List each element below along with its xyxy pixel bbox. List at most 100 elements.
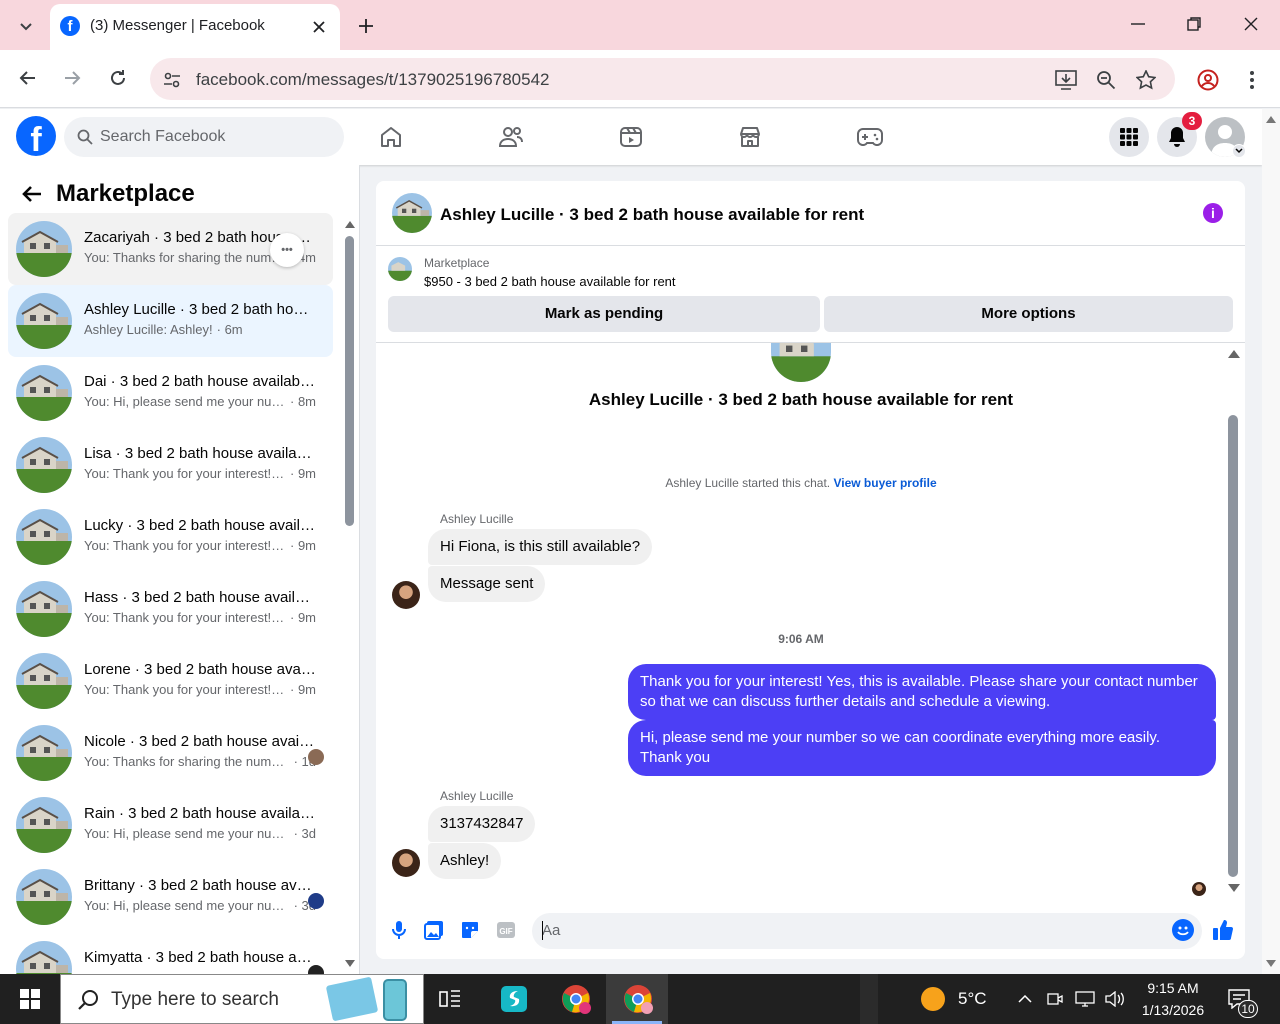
listing-price-title[interactable]: $950 - 3 bed 2 bath house available for … [424, 274, 676, 289]
microphone-icon[interactable] [388, 918, 410, 942]
zoom-icon[interactable] [1092, 66, 1120, 94]
browser-menu-icon[interactable] [1240, 66, 1264, 94]
page-scroll-down-icon[interactable] [1266, 960, 1276, 967]
surfshark-app-icon[interactable] [494, 980, 534, 1018]
menu-grid-icon[interactable] [1109, 117, 1149, 157]
gif-icon[interactable]: GIF [495, 918, 517, 942]
incoming-message[interactable]: Ashley! [428, 843, 502, 879]
install-app-icon[interactable] [1052, 66, 1080, 94]
site-settings-icon[interactable] [160, 68, 184, 92]
emoji-icon[interactable] [1172, 919, 1194, 941]
sender-avatar[interactable] [392, 849, 420, 877]
incoming-message[interactable]: 3137432847 [428, 806, 536, 842]
chat-scroll-up-icon[interactable] [1228, 350, 1240, 358]
conversation-time: · 9m [290, 538, 316, 553]
close-tab-icon[interactable] [308, 16, 330, 38]
url-text[interactable]: facebook.com/messages/t/1379025196780542 [196, 70, 549, 90]
meet-now-icon[interactable] [1044, 986, 1066, 1012]
close-window-icon[interactable] [1237, 10, 1265, 38]
chat-scroll-down-icon[interactable] [1228, 884, 1240, 892]
sender-avatar[interactable] [392, 581, 420, 609]
browser-tab[interactable]: f (3) Messenger | Facebook [50, 4, 340, 50]
minimize-icon[interactable] [1124, 10, 1152, 38]
back-arrow-icon[interactable] [14, 64, 42, 92]
facebook-search-input[interactable]: Search Facebook [64, 117, 344, 157]
page-scroll-up-icon[interactable] [1266, 116, 1276, 123]
conversation-snippet: You: Thank you for your interest! Yes, t… [84, 466, 316, 481]
clock-time[interactable]: 9:15 AM [1140, 980, 1206, 996]
weather-temperature[interactable]: 5°C [958, 989, 987, 1009]
conversation-list-scrollbar-thumb[interactable] [345, 236, 354, 526]
conversation-item[interactable]: Dai · 3 bed 2 bath house available for r… [8, 357, 333, 429]
conversation-name: Lucky · 3 bed 2 bath house available for… [84, 517, 316, 534]
conversation-item[interactable]: Ashley Lucille · 3 bed 2 bath house avai… [8, 285, 333, 357]
conversation-item[interactable]: Lucky · 3 bed 2 bath house available for… [8, 501, 333, 573]
tab-list-chevron-icon[interactable] [12, 12, 40, 40]
list-scroll-down-icon[interactable] [345, 960, 355, 967]
gaming-nav-icon[interactable] [853, 120, 887, 154]
conversation-item[interactable]: Zacariyah · 3 bed 2 bath house available… [8, 213, 333, 285]
tray-chevron-up-icon[interactable] [1014, 986, 1036, 1012]
taskbar-search-box[interactable]: Type here to search [60, 974, 424, 1024]
new-tab-icon[interactable] [352, 12, 380, 40]
chat-title[interactable]: Ashley Lucille · 3 bed 2 bath house avai… [440, 205, 864, 225]
mark-as-pending-button[interactable]: Mark as pending [388, 296, 820, 332]
volume-icon[interactable] [1102, 986, 1128, 1012]
conversation-avatar [16, 941, 72, 974]
conversation-item[interactable]: Rain · 3 bed 2 bath house available for … [8, 789, 333, 861]
conversation-last-message: You: Thank you for your interest! Yes, t… [84, 466, 286, 481]
network-icon[interactable] [1072, 986, 1098, 1012]
taskbar-scroll[interactable] [860, 974, 878, 1024]
view-buyer-profile-link[interactable]: View buyer profile [833, 476, 936, 490]
conversation-last-message: You: Thanks for sharing the number [84, 250, 286, 265]
restore-icon[interactable] [1180, 10, 1208, 38]
conversation-item[interactable]: Nicole · 3 bed 2 bath house available fo… [8, 717, 333, 789]
weather-sun-icon[interactable] [918, 984, 948, 1014]
chat-started-text: Ashley Lucille started this chat. [665, 476, 831, 490]
conversation-last-message: You: Thank you for your interest! Yes, t… [84, 538, 286, 553]
incoming-message[interactable]: Hi Fiona, is this still available? [428, 529, 653, 565]
profile-icon[interactable] [1194, 66, 1222, 94]
page-scrollbar[interactable] [1262, 109, 1280, 974]
task-view-icon[interactable] [430, 984, 470, 1014]
conversation-item[interactable]: Hass · 3 bed 2 bath house available for … [8, 573, 333, 645]
forward-arrow-icon[interactable] [58, 64, 86, 92]
notification-center-count: 10 [1238, 1000, 1258, 1018]
message-input[interactable]: Aa [532, 913, 1202, 949]
sticker-icon[interactable] [459, 918, 481, 942]
bookmark-star-icon[interactable] [1132, 66, 1160, 94]
chat-header-avatar[interactable] [392, 193, 432, 233]
marketplace-nav-icon[interactable] [733, 120, 767, 154]
back-to-chats-icon[interactable] [18, 180, 46, 208]
conversation-last-message: You: Thank you for your interest! Yes, t… [84, 610, 286, 625]
conversation-item[interactable]: Lisa · 3 bed 2 bath house available for … [8, 429, 333, 501]
clock-date[interactable]: 1/13/2026 [1140, 1002, 1206, 1018]
search-icon [77, 129, 93, 145]
listing-thumbnail[interactable] [388, 257, 412, 281]
conversation-info-icon[interactable]: i [1203, 203, 1223, 223]
home-nav-icon[interactable] [374, 120, 408, 154]
account-chevron-icon[interactable] [1232, 144, 1246, 158]
friends-nav-icon[interactable] [494, 120, 528, 154]
chat-scrollbar-thumb[interactable] [1228, 415, 1238, 877]
outgoing-message[interactable]: Hi, please send me your number so we can… [628, 720, 1216, 776]
attach-photo-icon[interactable] [423, 918, 445, 942]
conversation-more-options-icon[interactable]: ••• [270, 233, 304, 267]
facebook-logo-icon[interactable]: f [16, 116, 56, 156]
conversation-item[interactable]: Kimyatta · 3 bed 2 bath house available … [8, 933, 333, 974]
thumbs-up-like-icon[interactable] [1210, 916, 1236, 944]
incoming-message[interactable]: Message sent [428, 566, 546, 602]
list-scroll-up-icon[interactable] [345, 221, 355, 228]
house-thumbnail-icon [16, 365, 72, 421]
reload-icon[interactable] [104, 64, 132, 92]
conversation-avatar [16, 293, 72, 349]
chrome-profile-app-icon[interactable] [616, 978, 660, 1020]
chrome-app-icon[interactable] [554, 978, 598, 1020]
conversation-item[interactable]: Lorene · 3 bed 2 bath house available fo… [8, 645, 333, 717]
windows-start-icon[interactable] [12, 984, 48, 1014]
more-options-button[interactable]: More options [824, 296, 1233, 332]
video-nav-icon[interactable] [614, 120, 648, 154]
outgoing-message[interactable]: Thank you for your interest! Yes, this i… [628, 664, 1216, 720]
conversation-item[interactable]: Brittany · 3 bed 2 bath house available … [8, 861, 333, 933]
taskbar-search-placeholder: Type here to search [111, 989, 279, 1010]
